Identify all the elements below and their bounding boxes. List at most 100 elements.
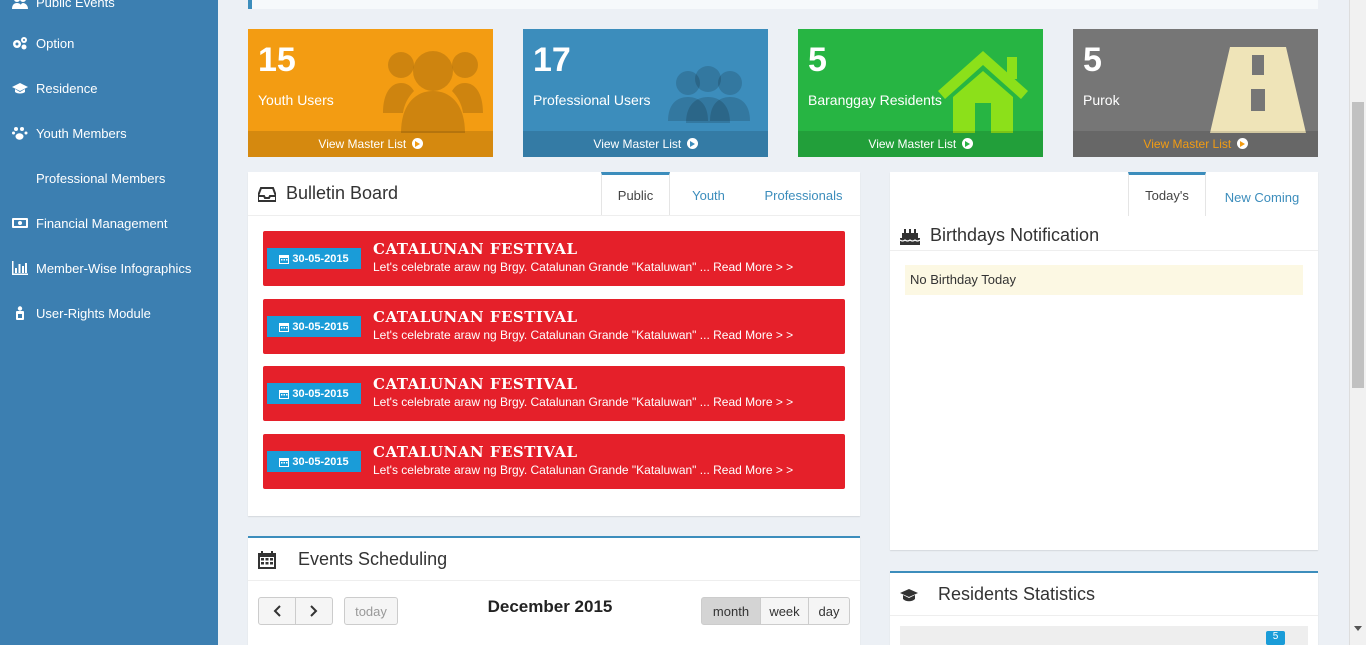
stat-label: Youth Users bbox=[258, 92, 334, 108]
sidebar-item-user-rights-module[interactable]: User-Rights Module bbox=[12, 302, 151, 324]
bar-chart-icon bbox=[12, 261, 28, 275]
divider bbox=[890, 615, 1318, 616]
bulletin-item[interactable]: 30-05-2015 CATALUNAN FESTIVAL Let's cele… bbox=[263, 231, 845, 286]
sidebar-item-label: Public Events bbox=[36, 0, 115, 10]
stat-box-youth-users: 15 Youth Users View Master List bbox=[248, 29, 493, 157]
read-more-link[interactable]: Read More > > bbox=[713, 260, 793, 274]
stats-bar bbox=[900, 626, 1308, 645]
view-month-button[interactable]: month bbox=[701, 597, 761, 625]
residents-title-text: Residents Statistics bbox=[938, 584, 1096, 604]
birthday-cake-icon bbox=[900, 228, 920, 245]
bulletin-item[interactable]: 30-05-2015 CATALUNAN FESTIVAL Let's cele… bbox=[263, 434, 845, 489]
view-master-list-link[interactable]: View Master List bbox=[1073, 131, 1318, 157]
date-badge: 30-05-2015 bbox=[267, 383, 361, 404]
bulletin-item-title: CATALUNAN FESTIVAL bbox=[373, 308, 578, 326]
stat-value: 15 bbox=[258, 41, 296, 79]
sidebar-item-member-wise-infographics[interactable]: Member-Wise Infographics bbox=[12, 257, 191, 279]
stat-label: Professional Users bbox=[533, 92, 651, 108]
scroll-down-arrow-icon[interactable] bbox=[1354, 626, 1362, 631]
bulletin-item-desc: Let's celebrate araw ng Brgy. Catalunan … bbox=[373, 463, 794, 477]
view-week-button[interactable]: week bbox=[760, 597, 809, 625]
date-badge: 30-05-2015 bbox=[267, 316, 361, 337]
sidebar-item-youth-members[interactable]: Youth Members bbox=[12, 122, 127, 144]
stat-value: 5 bbox=[1083, 41, 1102, 79]
sidebar-item-label: Youth Members bbox=[36, 125, 127, 141]
tab-public[interactable]: Public bbox=[601, 172, 670, 216]
read-more-link[interactable]: Read More > > bbox=[713, 395, 793, 409]
read-more-link[interactable]: Read More > > bbox=[713, 463, 793, 477]
arrow-circle-right-icon bbox=[686, 138, 698, 149]
stat-box-purok: 5 Purok View Master List bbox=[1073, 29, 1318, 157]
bulletin-item-desc: Let's celebrate araw ng Brgy. Catalunan … bbox=[373, 260, 794, 274]
calendar-icon bbox=[279, 254, 290, 264]
birthdays-title: Birthdays Notification bbox=[900, 225, 1099, 246]
read-more-link[interactable]: Read More > > bbox=[713, 328, 793, 342]
view-master-list-link[interactable]: View Master List bbox=[248, 131, 493, 157]
graduation-cap-icon bbox=[900, 588, 918, 601]
scrollbar-thumb[interactable] bbox=[1352, 102, 1364, 388]
date-badge: 30-05-2015 bbox=[267, 248, 361, 269]
top-callout bbox=[248, 0, 1318, 9]
divider bbox=[248, 580, 860, 581]
sidebar-item-label: Option bbox=[36, 35, 75, 51]
stat-label: Purok bbox=[1083, 92, 1120, 108]
stat-box-baranggay-residents: 5 Baranggay Residents View Master List bbox=[798, 29, 1043, 157]
no-birthday-alert: No Birthday Today bbox=[905, 265, 1303, 295]
view-master-list-link[interactable]: View Master List bbox=[523, 131, 768, 157]
bulletin-item-desc: Let's celebrate araw ng Brgy. Catalunan … bbox=[373, 328, 794, 342]
date-badge: 30-05-2015 bbox=[267, 451, 361, 472]
sidebar-item-option[interactable]: Option bbox=[12, 32, 74, 54]
today-button[interactable]: today bbox=[344, 597, 398, 625]
tab-todays[interactable]: Today's bbox=[1128, 172, 1206, 216]
residents-title: Residents Statistics bbox=[900, 584, 1095, 605]
child-icon bbox=[12, 306, 28, 320]
events-title-text: Events Scheduling bbox=[298, 549, 448, 569]
group-icon bbox=[658, 41, 758, 133]
calendar-icon bbox=[279, 389, 290, 399]
birthdays-title-text: Birthdays Notification bbox=[930, 225, 1100, 245]
calendar-icon bbox=[279, 322, 290, 332]
bulletin-tabs: Public Youth Professionals bbox=[601, 172, 860, 216]
bulletin-title-text: Bulletin Board bbox=[286, 183, 399, 203]
sidebar-item-public-events[interactable]: Public Events bbox=[12, 0, 115, 13]
sidebar-item-professional-members[interactable]: Professional Members bbox=[36, 167, 165, 189]
sidebar-item-label: Financial Management bbox=[36, 215, 168, 231]
tab-new-coming[interactable]: New Coming bbox=[1206, 172, 1318, 216]
bulletin-item[interactable]: 30-05-2015 CATALUNAN FESTIVAL Let's cele… bbox=[263, 366, 845, 421]
bulletin-item-title: CATALUNAN FESTIVAL bbox=[373, 375, 578, 393]
sidebar-item-label: Member-Wise Infographics bbox=[36, 260, 192, 276]
inbox-icon bbox=[258, 186, 276, 202]
prev-button[interactable] bbox=[258, 597, 296, 625]
chevron-left-icon bbox=[273, 605, 281, 617]
bulletin-board-title: Bulletin Board bbox=[258, 183, 398, 204]
page-scrollbar[interactable] bbox=[1349, 0, 1366, 645]
chevron-right-icon bbox=[310, 605, 318, 617]
tab-professionals[interactable]: Professionals bbox=[747, 172, 860, 216]
count-badge: 5 bbox=[1266, 631, 1285, 645]
paw-icon bbox=[12, 126, 28, 140]
next-button[interactable] bbox=[295, 597, 333, 625]
stat-value: 5 bbox=[808, 41, 827, 79]
sidebar-item-financial-management[interactable]: Financial Management bbox=[12, 212, 168, 234]
bulletin-item-title: CATALUNAN FESTIVAL bbox=[373, 443, 578, 461]
home-icon bbox=[933, 41, 1033, 133]
bulletin-item-desc: Let's celebrate araw ng Brgy. Catalunan … bbox=[373, 395, 794, 409]
arrow-circle-right-icon bbox=[961, 138, 973, 149]
events-title: Events Scheduling bbox=[258, 549, 447, 570]
divider bbox=[890, 250, 1318, 251]
bulletin-item[interactable]: 30-05-2015 CATALUNAN FESTIVAL Let's cele… bbox=[263, 299, 845, 354]
view-master-list-link[interactable]: View Master List bbox=[798, 131, 1043, 157]
stat-value: 17 bbox=[533, 41, 571, 79]
divider bbox=[248, 215, 860, 216]
users-icon bbox=[12, 0, 28, 9]
road-icon bbox=[1208, 41, 1308, 133]
calendar-icon bbox=[258, 550, 276, 569]
graduation-cap-icon bbox=[12, 81, 28, 95]
view-day-button[interactable]: day bbox=[808, 597, 850, 625]
calendar-icon bbox=[279, 457, 290, 467]
sidebar-item-label: User-Rights Module bbox=[36, 305, 151, 321]
bulletin-item-title: CATALUNAN FESTIVAL bbox=[373, 240, 578, 258]
sidebar-item-residence[interactable]: Residence bbox=[12, 77, 97, 99]
tab-youth[interactable]: Youth bbox=[670, 172, 747, 216]
arrow-circle-right-icon bbox=[411, 138, 423, 149]
